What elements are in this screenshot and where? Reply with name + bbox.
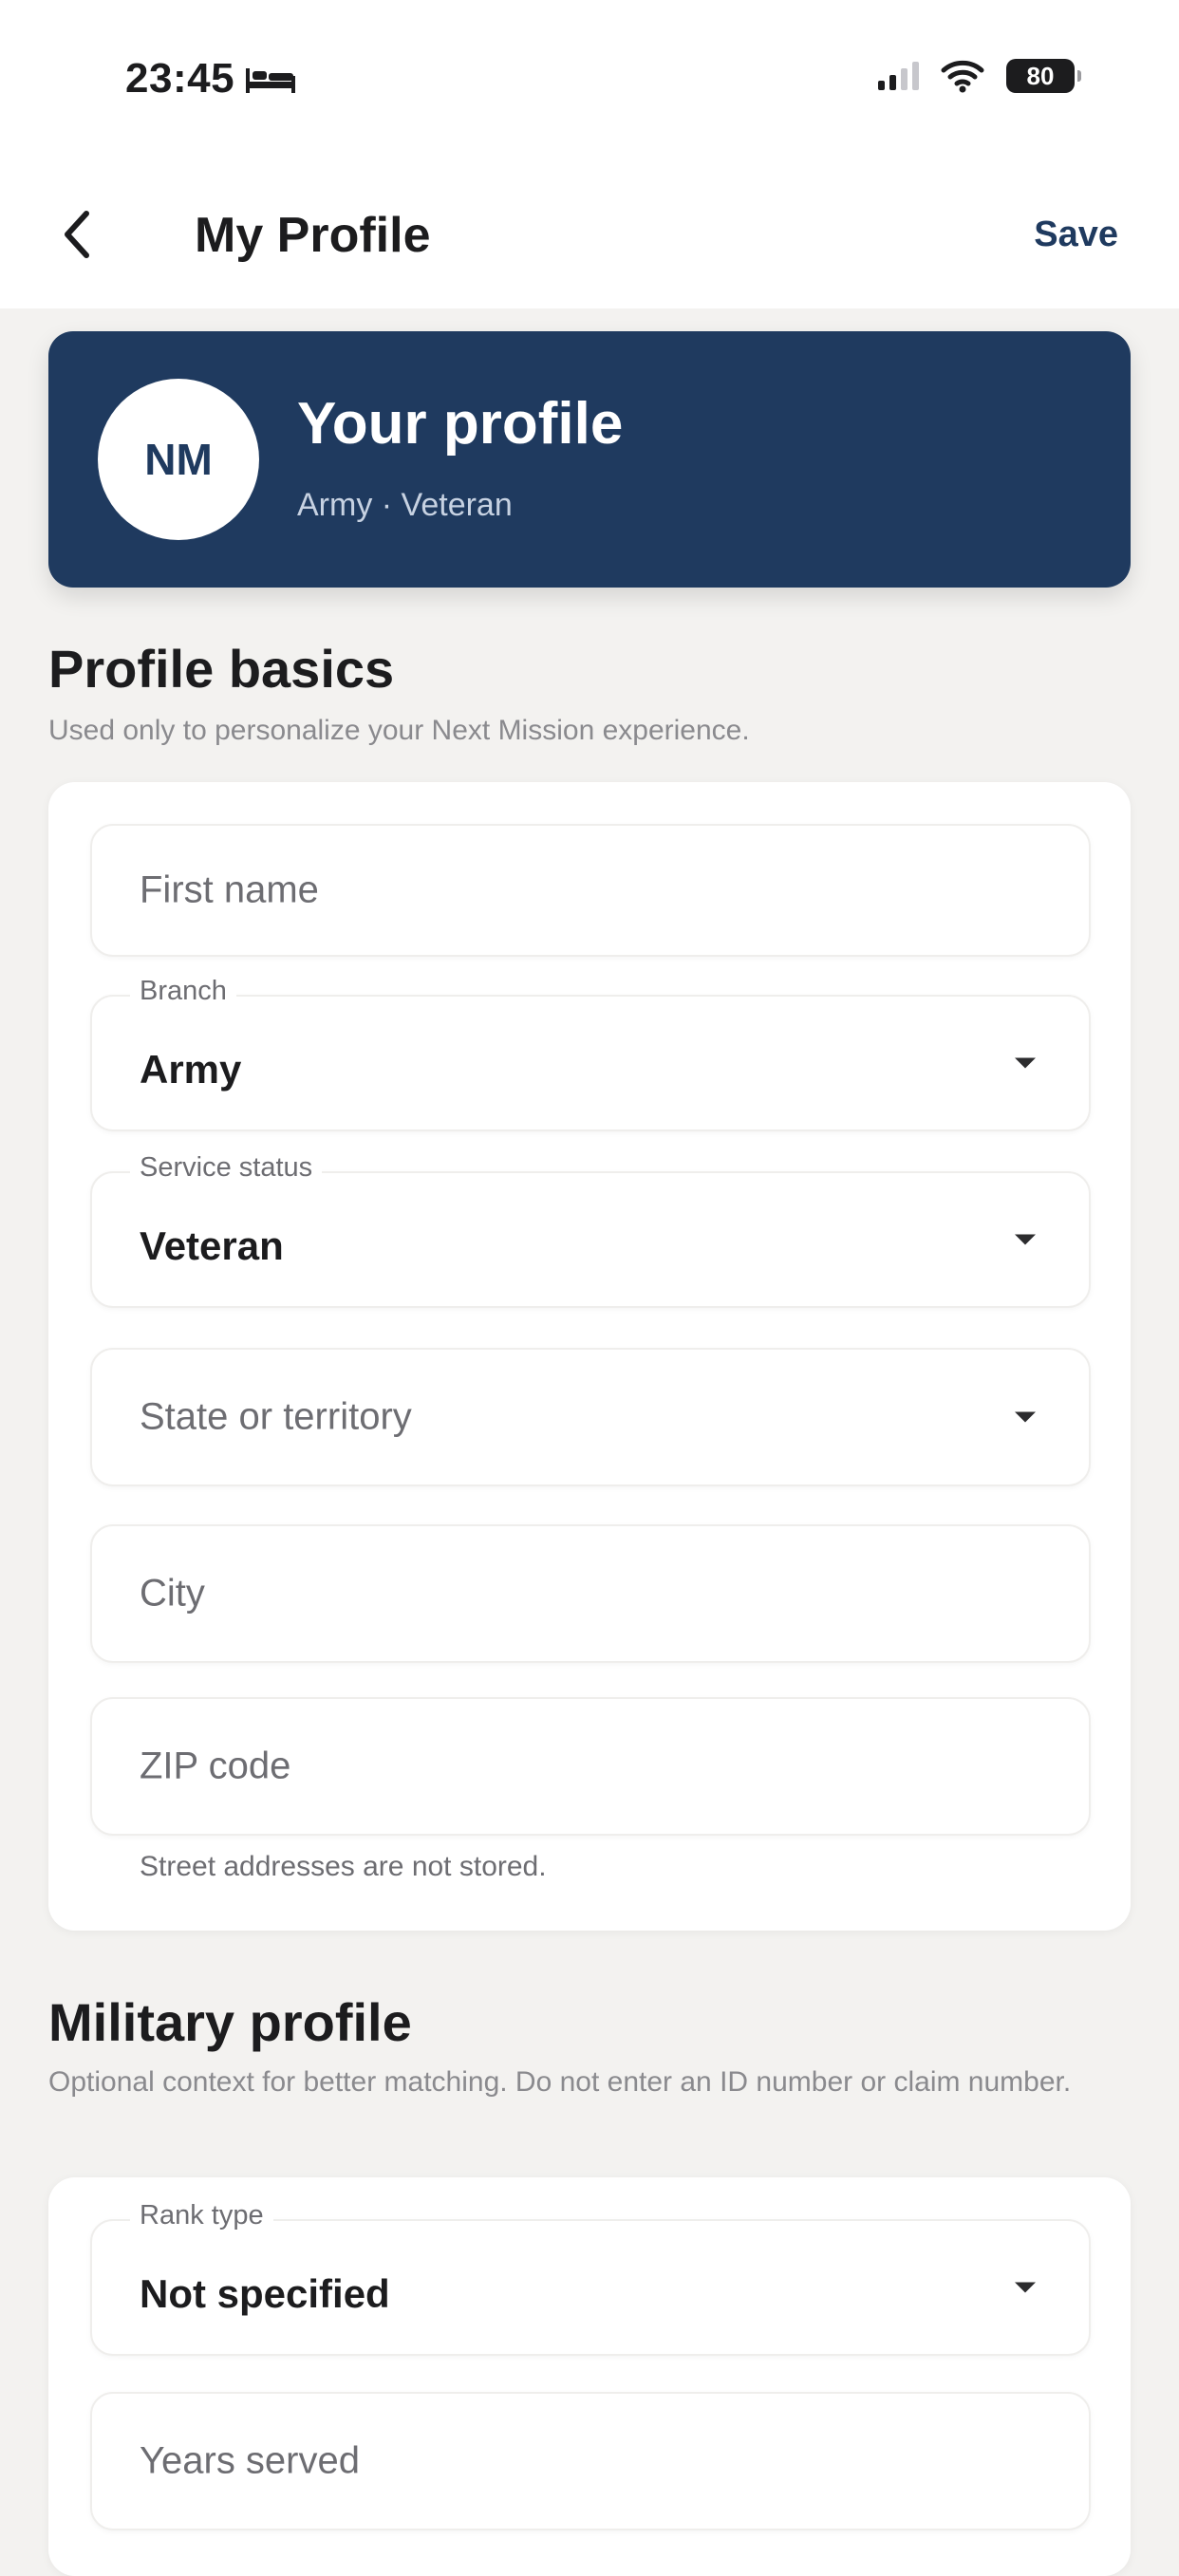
back-button[interactable] [52, 201, 100, 268]
rank-type-value: Not specified [140, 2271, 390, 2317]
clock-text: 23:45 [125, 55, 235, 102]
branch-select[interactable]: Branch Army [90, 976, 1091, 1131]
cellular-signal-icon [878, 62, 919, 90]
branch-value: Army [140, 1047, 242, 1092]
battery-level: 80 [1026, 61, 1055, 90]
avatar: NM [98, 379, 259, 540]
profile-hero-card: NM Your profile Army · Veteran [48, 331, 1131, 588]
chevron-down-icon [1015, 1411, 1036, 1423]
city-placeholder: City [140, 1572, 205, 1615]
service-status-value: Veteran [140, 1223, 284, 1269]
city-field[interactable]: City [90, 1524, 1091, 1663]
first-name-placeholder: First name [140, 868, 319, 911]
page-title: My Profile [195, 208, 431, 263]
branch-label: Branch [130, 976, 236, 1007]
bed-icon [246, 68, 296, 93]
state-select[interactable]: State or territory [90, 1348, 1091, 1486]
hero-title: Your profile [297, 391, 624, 457]
chevron-left-icon [65, 211, 89, 258]
address-note: Street addresses are not stored. [140, 1851, 547, 1882]
years-served-placeholder: Years served [140, 2439, 360, 2482]
service-status-label: Service status [130, 1152, 323, 1184]
chevron-down-icon [1015, 1234, 1036, 1245]
chevron-down-icon [1015, 2282, 1036, 2293]
zip-code-placeholder: ZIP code [140, 1745, 291, 1787]
top-bar: 23:45 80 My Profile Save [0, 0, 1179, 308]
save-button[interactable]: Save [1034, 215, 1118, 255]
hero-subtitle: Army · Veteran [297, 487, 513, 523]
profile-basics-title: Profile basics [48, 639, 395, 699]
service-status-select[interactable]: Service status Veteran [90, 1152, 1091, 1308]
chevron-down-icon [1015, 1057, 1036, 1069]
zip-code-field[interactable]: ZIP code [90, 1697, 1091, 1836]
battery-icon: 80 [1006, 59, 1081, 93]
profile-basics-description: Used only to personalize your Next Missi… [48, 715, 750, 746]
rank-type-select[interactable]: Rank type Not specified [90, 2200, 1091, 2356]
status-indicators: 80 [878, 59, 1081, 93]
military-profile-card: Rank type Not specified Years served [48, 2177, 1131, 2576]
military-profile-description: Optional context for better matching. Do… [48, 2066, 1072, 2098]
profile-basics-card: First name Branch Army Service status Ve… [48, 782, 1131, 1931]
status-time: 23:45 [125, 55, 297, 103]
first-name-field[interactable]: First name [90, 824, 1091, 957]
years-served-field[interactable]: Years served [90, 2392, 1091, 2530]
wifi-icon [941, 60, 984, 93]
state-placeholder: State or territory [140, 1395, 412, 1438]
military-profile-title: Military profile [48, 1992, 412, 2052]
rank-type-label: Rank type [130, 2200, 273, 2231]
